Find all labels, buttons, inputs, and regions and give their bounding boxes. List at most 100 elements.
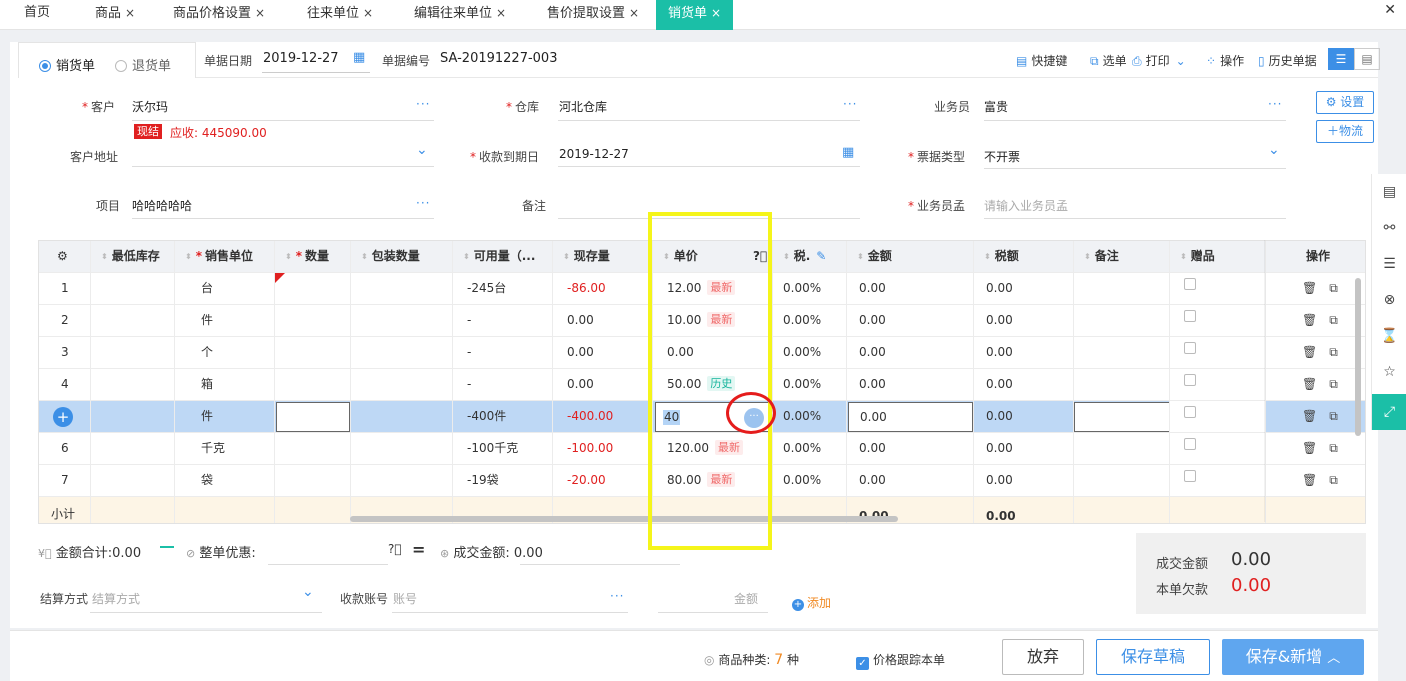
list-view-icon[interactable]: ☰ (1328, 48, 1354, 70)
notes-icon[interactable]: ▤ (1372, 174, 1406, 210)
remark-label: 备注 (522, 199, 547, 213)
save-draft-button[interactable]: 保存草稿 (1096, 639, 1210, 675)
track-price-checkbox[interactable]: ✓ 价格跟踪本单 (856, 651, 945, 670)
error-marker (275, 273, 285, 283)
date-input[interactable]: 2019-12-27 (263, 51, 339, 66)
copy-icon[interactable]: ⧉ (1329, 409, 1338, 423)
salesman-input[interactable]: 富贵 (984, 98, 1008, 115)
close-icon[interactable]: × (125, 6, 135, 20)
delete-icon[interactable]: 🗑 (1302, 473, 1317, 487)
close-icon[interactable]: × (629, 6, 639, 20)
close-icon[interactable]: × (496, 6, 506, 20)
tab-bar: 首页 商品 × 商品价格设置 × 往来单位 × 编辑往来单位 × 售价提取设置 × 销货单… (0, 0, 1406, 30)
highlight-box (648, 212, 772, 550)
more-icon[interactable]: ··· (416, 97, 430, 111)
chevron-down-icon: ⌄ (1175, 54, 1186, 68)
tab-goods[interactable]: 商品 × (95, 0, 135, 30)
copy-icon[interactable]: ⧉ (1329, 281, 1338, 295)
history-button[interactable]: ▯ 历史单据 (1258, 52, 1317, 69)
copy-icon[interactable]: ⧉ (1329, 313, 1338, 327)
delete-icon[interactable]: 🗑 (1302, 281, 1317, 295)
more-icon[interactable]: ··· (1268, 97, 1282, 111)
chevron-up-icon[interactable]: ︿ (1327, 651, 1340, 666)
delete-icon[interactable]: 🗑 (1302, 345, 1317, 359)
card-view-icon[interactable]: ▤ (1354, 48, 1380, 70)
tab-partners[interactable]: 往来单位 × (307, 0, 373, 30)
chevron-down-icon[interactable]: ⌄ (1268, 142, 1280, 158)
settings-button[interactable]: ⚙ 设置 (1316, 91, 1374, 114)
gift-checkbox[interactable] (1184, 470, 1196, 482)
amount-input[interactable]: 0.00 (848, 402, 973, 432)
copy-icon[interactable]: ⧉ (1329, 345, 1338, 359)
more-icon[interactable]: ··· (843, 97, 857, 111)
radio-icon (115, 60, 127, 72)
salesman2-input[interactable]: 请输入业务员孟 (984, 197, 1068, 214)
gift-checkbox[interactable] (1184, 342, 1196, 354)
copy-icon[interactable]: ⧉ (1329, 441, 1338, 455)
delete-icon[interactable]: 🗑 (1302, 313, 1317, 327)
shortcut-button[interactable]: ▤ 快捷键 (1016, 52, 1067, 69)
gift-checkbox[interactable] (1184, 406, 1196, 418)
vertical-scrollbar[interactable] (1355, 278, 1361, 436)
tab-sales-order[interactable]: 销货单 × (656, 0, 734, 30)
support-icon[interactable]: ⊗ (1372, 282, 1406, 318)
calendar-icon[interactable]: ▦ (353, 50, 365, 65)
close-icon[interactable]: × (711, 6, 721, 20)
chevron-down-icon[interactable]: ⌄ (416, 142, 428, 158)
delete-icon[interactable]: 🗑 (1302, 441, 1317, 455)
project-input[interactable]: 哈哈哈哈哈 (132, 197, 192, 214)
copy-icon[interactable]: ⧉ (1329, 473, 1338, 487)
tab-home[interactable]: 首页 (24, 0, 50, 30)
doc-type-switch: 销货单 退货单 (18, 42, 196, 78)
warehouse-input[interactable]: 河北仓库 (559, 98, 607, 115)
customer-input[interactable]: 沃尔玛 (132, 98, 168, 115)
gift-checkbox[interactable] (1184, 310, 1196, 322)
discard-button[interactable]: 放弃 (1002, 639, 1084, 675)
note-input[interactable] (1074, 402, 1169, 432)
tab-edit-partner[interactable]: 编辑往来单位 × (414, 0, 506, 30)
close-icon[interactable]: × (363, 6, 373, 20)
due-input[interactable]: 2019-12-27 (559, 147, 629, 161)
delete-icon[interactable]: 🗑 (1302, 409, 1317, 423)
calendar-icon[interactable]: ▦ (842, 145, 854, 160)
summary-owe-value: 0.00 (1231, 575, 1272, 596)
gift-checkbox[interactable] (1184, 374, 1196, 386)
copy-icon[interactable]: ⧉ (1329, 377, 1338, 391)
tab-price-extract[interactable]: 售价提取设置 × (547, 0, 639, 30)
gift-checkbox[interactable] (1184, 278, 1196, 290)
select-button[interactable]: ⧉ 选单 (1090, 52, 1127, 69)
more-icon[interactable]: ··· (416, 196, 430, 210)
invoice-select[interactable]: 不开票 (984, 148, 1020, 165)
more-icon[interactable]: ··· (610, 589, 624, 603)
date-label: 单据日期 (204, 54, 253, 68)
radio-return[interactable]: 退货单 (115, 55, 171, 74)
hourglass-icon[interactable]: ⌛ (1372, 318, 1406, 354)
qty-input[interactable] (276, 402, 350, 432)
gift-checkbox[interactable] (1184, 438, 1196, 450)
radio-sale[interactable]: 销货单 (39, 55, 95, 74)
add-row-icon[interactable]: + (53, 406, 73, 427)
account-input[interactable]: 账号 (393, 590, 417, 607)
print-button[interactable]: ⎙ 打印 ⌄ (1132, 52, 1186, 69)
summary-deal-value: 0.00 (1231, 549, 1272, 570)
settle-method-select[interactable]: 结算方式 (92, 590, 140, 607)
column-settings-icon[interactable]: ⚙ (39, 241, 91, 272)
expand-icon[interactable]: ⤢ (1372, 394, 1406, 430)
help-icon[interactable]: ?⃝ (388, 542, 402, 556)
add-settle-button[interactable]: + 添加 (792, 594, 831, 611)
document-icon: ▯ (1258, 54, 1265, 68)
window-close-icon[interactable]: ✕ (1384, 2, 1396, 18)
save-new-button[interactable]: 保存&新增 ︿ (1222, 639, 1364, 675)
chat-icon[interactable]: ☰ (1372, 246, 1406, 282)
close-icon[interactable]: × (255, 6, 265, 20)
logistics-button[interactable]: ＋物流 (1316, 120, 1374, 143)
delete-icon[interactable]: 🗑 (1302, 377, 1317, 391)
tab-price-settings[interactable]: 商品价格设置 × (173, 0, 265, 30)
horizontal-scrollbar[interactable] (350, 516, 898, 522)
action-button[interactable]: ⁘ 操作 (1206, 52, 1244, 69)
link-icon[interactable]: ⚯ (1372, 210, 1406, 246)
amount-input[interactable]: 金额 (734, 590, 758, 607)
chevron-down-icon[interactable]: ⌄ (302, 584, 314, 600)
discount-icon: ⊘ (186, 547, 196, 560)
star-icon[interactable]: ☆ (1372, 354, 1406, 390)
